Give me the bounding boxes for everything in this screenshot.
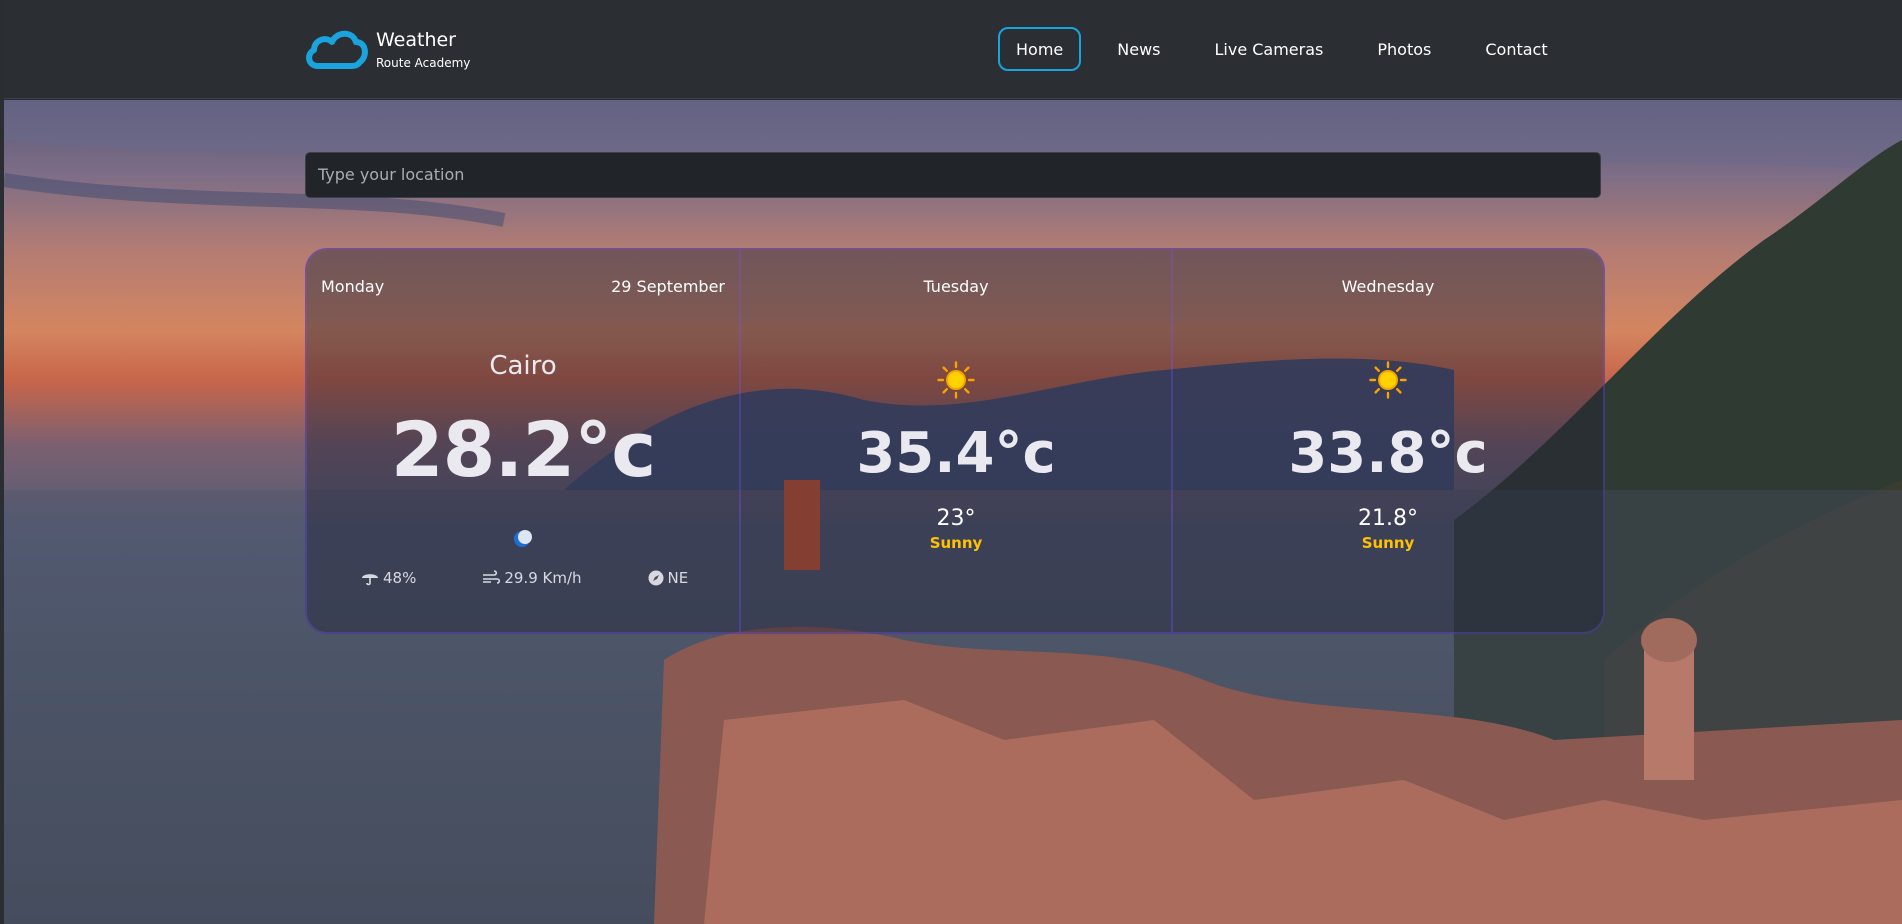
nav-photos[interactable]: Photos <box>1359 27 1449 71</box>
hero-background: Type your location Monday 29 September C… <box>4 100 1902 924</box>
sun-icon <box>1369 361 1407 399</box>
humidity-value: 48% <box>383 569 417 587</box>
forecast-card-2-body: 33.8°c 21.8° Sunny <box>1173 323 1603 632</box>
today-date: 29 September <box>611 277 725 296</box>
forecast-max-temperature: 33.8°c <box>1288 421 1488 486</box>
forecast-min-temperature: 21.8° <box>1358 506 1418 531</box>
nav-home[interactable]: Home <box>998 27 1082 71</box>
forecast-panel: Monday 29 September Cairo 28.2°c 48% 29.… <box>305 248 1605 634</box>
forecast-max-temperature: 35.4°c <box>856 421 1056 486</box>
wind-speed-value: 29.9 Km/h <box>504 569 582 587</box>
today-card: Monday 29 September Cairo 28.2°c 48% 29.… <box>307 250 739 632</box>
navbar: Weather Route Academy Home News Live Cam… <box>4 0 1902 99</box>
today-card-body: Cairo 28.2°c 48% 29.9 Km/h NE <box>307 323 739 632</box>
humidity-stat: 48% <box>361 569 416 587</box>
forecast-card-1: Tuesday 35.4°c 23° Sunny <box>739 250 1171 632</box>
cloud-icon <box>306 30 368 69</box>
main-nav: Home News Live Cameras Photos Contact <box>998 27 1584 71</box>
sun-icon <box>937 361 975 399</box>
today-card-header: Monday 29 September <box>307 250 739 323</box>
current-temperature: 28.2°c <box>390 405 657 494</box>
weather-stats: 48% 29.9 Km/h NE <box>361 569 688 587</box>
brand-title: Weather <box>376 28 456 51</box>
wind-direction-stat: NE <box>648 569 689 587</box>
forecast-min-temperature: 23° <box>936 506 976 531</box>
forecast-day: Wednesday <box>1341 277 1435 296</box>
forecast-condition: Sunny <box>1361 534 1415 552</box>
nav-contact[interactable]: Contact <box>1467 27 1565 71</box>
location-search-input[interactable]: Type your location <box>305 152 1601 198</box>
forecast-card-1-header: Tuesday <box>741 250 1171 323</box>
wind-speed-stat: 29.9 Km/h <box>482 569 582 587</box>
nav-news[interactable]: News <box>1099 27 1178 71</box>
wind-icon <box>483 570 501 584</box>
forecast-condition: Sunny <box>929 534 983 552</box>
brand-subtitle: Route Academy <box>376 55 471 70</box>
forecast-day: Tuesday <box>923 277 989 296</box>
umbrella-icon <box>362 574 378 586</box>
brand[interactable]: Weather Route Academy <box>304 26 470 72</box>
compass-icon <box>648 570 664 586</box>
wind-direction-value: NE <box>667 569 689 587</box>
forecast-card-2: Wednesday 33.8°c 21.8° Sunny <box>1171 250 1603 632</box>
today-day: Monday <box>321 277 385 296</box>
forecast-card-2-header: Wednesday <box>1173 250 1603 323</box>
moon-icon <box>514 530 532 547</box>
nav-live-cameras[interactable]: Live Cameras <box>1196 27 1341 71</box>
forecast-card-1-body: 35.4°c 23° Sunny <box>741 323 1171 632</box>
city-name: Cairo <box>489 351 557 381</box>
app-frame: Weather Route Academy Home News Live Cam… <box>4 0 1902 924</box>
